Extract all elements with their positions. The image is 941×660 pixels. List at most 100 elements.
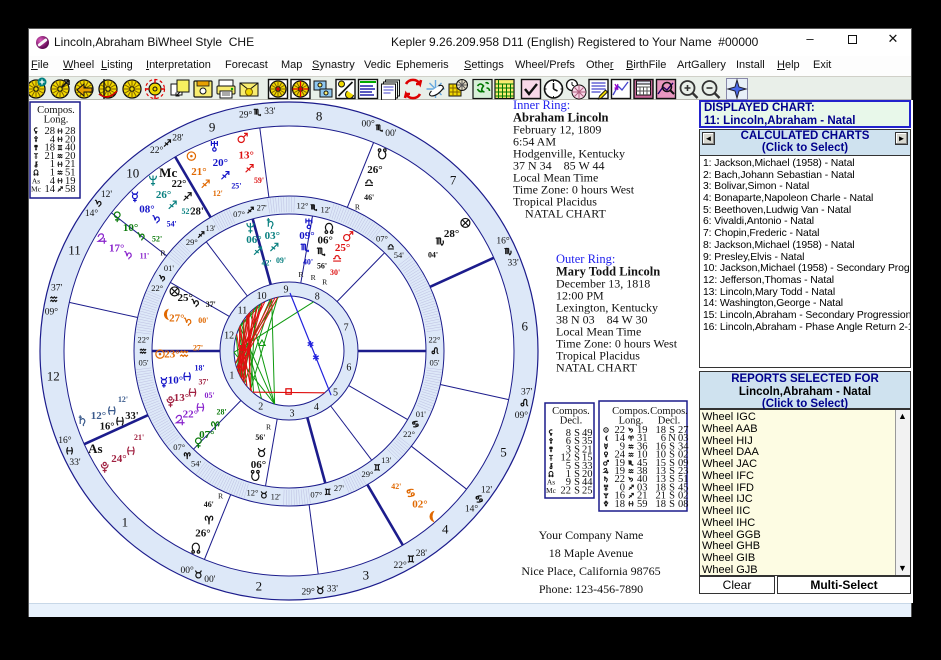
svg-text:01': 01' <box>164 263 175 273</box>
svg-text:12': 12' <box>213 189 223 198</box>
svg-text:7: 7 <box>450 173 457 188</box>
svg-text:29°: 29° <box>362 469 374 479</box>
svg-text:9: 9 <box>209 119 216 134</box>
svg-text:05': 05' <box>205 391 215 400</box>
svg-text:46': 46' <box>364 193 374 202</box>
svg-text:09': 09' <box>276 256 286 265</box>
svg-text:28': 28' <box>190 207 204 218</box>
svg-text:14°: 14° <box>465 504 479 515</box>
svg-text:59': 59' <box>254 176 264 185</box>
svg-text:12': 12' <box>101 190 113 200</box>
svg-text:26°: 26° <box>367 164 382 176</box>
svg-text:11: 11 <box>68 243 81 258</box>
svg-text:54': 54' <box>394 250 405 260</box>
svg-text:54': 54' <box>167 219 177 228</box>
svg-text:07°: 07° <box>199 429 214 441</box>
svg-text:12': 12' <box>271 491 282 501</box>
svg-text:05': 05' <box>429 358 440 368</box>
svg-text:12°: 12° <box>247 487 259 497</box>
svg-text:00': 00' <box>198 316 208 325</box>
svg-text:R: R <box>298 270 304 279</box>
svg-text:2: 2 <box>258 402 263 413</box>
svg-text:22: 22 <box>561 485 572 496</box>
svg-text:28': 28' <box>172 134 184 144</box>
svg-text:Decl.: Decl. <box>560 416 582 427</box>
svg-text:56': 56' <box>317 262 327 271</box>
svg-text:8: 8 <box>315 291 320 302</box>
svg-text:10°: 10° <box>168 374 183 386</box>
svg-text:01': 01' <box>416 409 427 419</box>
svg-text:5: 5 <box>333 388 338 399</box>
svg-text:R: R <box>355 202 361 211</box>
svg-text:09°: 09° <box>515 410 529 421</box>
svg-text:07°: 07° <box>376 234 388 244</box>
svg-text:00': 00' <box>204 575 216 585</box>
svg-text:Mc: Mc <box>159 165 177 180</box>
svg-text:33': 33' <box>69 458 81 468</box>
svg-text:Nice Place, California 98765: Nice Place, California 98765 <box>521 564 660 578</box>
svg-text:06°: 06° <box>251 459 266 471</box>
svg-text:30': 30' <box>330 268 340 277</box>
svg-text:8: 8 <box>316 108 323 123</box>
svg-text:R: R <box>266 422 272 431</box>
svg-text:09°: 09° <box>45 306 59 317</box>
svg-text:S: S <box>574 485 580 496</box>
svg-text:11': 11' <box>140 252 150 261</box>
svg-text:03°: 03° <box>265 230 280 242</box>
svg-text:26°: 26° <box>195 528 210 540</box>
svg-text:17°: 17° <box>109 242 124 254</box>
svg-text:07°: 07° <box>310 489 322 499</box>
svg-text:04': 04' <box>428 251 438 260</box>
svg-text:23°: 23° <box>164 349 179 361</box>
svg-text:28': 28' <box>217 408 227 417</box>
svg-text:R: R <box>322 278 328 287</box>
svg-text:08°: 08° <box>139 204 154 216</box>
svg-text:10: 10 <box>126 165 139 180</box>
svg-text:As: As <box>88 441 102 456</box>
svg-text:26°: 26° <box>156 189 171 201</box>
svg-text:13°: 13° <box>238 150 253 162</box>
svg-text:4: 4 <box>442 522 449 537</box>
svg-text:13°: 13° <box>174 392 189 404</box>
svg-text:33': 33' <box>327 584 339 594</box>
svg-text:12: 12 <box>47 368 60 383</box>
svg-text:20°: 20° <box>213 157 228 169</box>
svg-text:13': 13' <box>205 223 216 233</box>
svg-text:12: 12 <box>224 330 234 341</box>
svg-text:1: 1 <box>229 371 234 382</box>
svg-text:R: R <box>311 273 317 282</box>
svg-text:42': 42' <box>262 258 272 267</box>
svg-text:1: 1 <box>122 515 129 530</box>
svg-text:22°: 22° <box>151 283 163 293</box>
svg-text:12°: 12° <box>91 410 106 422</box>
svg-text:22°: 22° <box>394 560 408 571</box>
svg-text:22°: 22° <box>150 145 164 156</box>
svg-text:29°: 29° <box>186 237 198 247</box>
svg-text:R: R <box>218 492 224 501</box>
svg-text:25°: 25° <box>177 292 192 304</box>
svg-text:33': 33' <box>264 107 276 117</box>
svg-text:46': 46' <box>204 500 214 509</box>
svg-text:6: 6 <box>346 363 351 374</box>
svg-text:Your Company Name: Your Company Name <box>539 528 644 542</box>
svg-text:6: 6 <box>521 319 528 334</box>
svg-text:37': 37' <box>521 387 533 397</box>
svg-text:Long.: Long. <box>44 115 69 126</box>
svg-text:29°: 29° <box>239 109 253 120</box>
svg-text:21°: 21° <box>191 166 206 178</box>
svg-text:22°: 22° <box>172 179 187 190</box>
svg-text:58: 58 <box>65 184 76 195</box>
svg-text:54': 54' <box>191 459 202 469</box>
svg-text:00': 00' <box>385 129 397 139</box>
svg-text:R: R <box>160 249 166 258</box>
svg-text:00°: 00° <box>181 565 195 576</box>
svg-text:S: S <box>669 499 675 510</box>
svg-text:22°: 22° <box>403 429 415 439</box>
svg-text:56': 56' <box>255 433 265 442</box>
svg-text:10: 10 <box>257 291 267 302</box>
svg-text:40': 40' <box>303 258 313 267</box>
svg-text:07°: 07° <box>173 442 185 452</box>
svg-text:37': 37' <box>198 378 208 387</box>
svg-text:18 Maple Avenue: 18 Maple Avenue <box>549 546 633 560</box>
svg-text:16°: 16° <box>58 435 72 446</box>
